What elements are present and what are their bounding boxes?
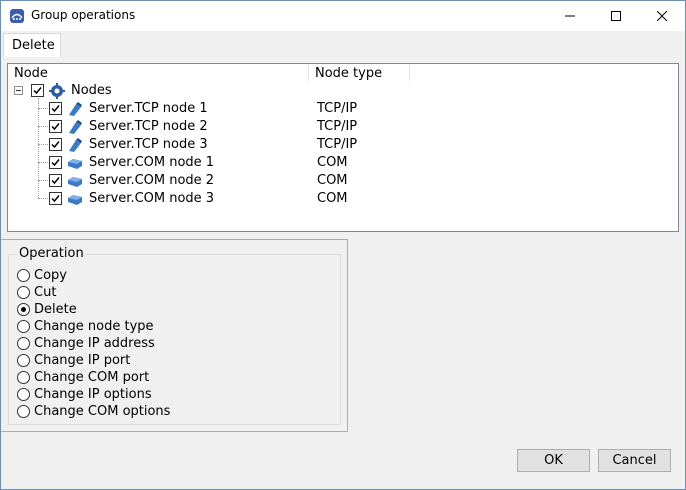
radio-label: Change IP address [34,336,155,351]
node-type: COM [317,191,348,206]
tcp-node-icon [69,102,82,116]
radio-button[interactable] [17,388,30,401]
radio-button[interactable] [17,337,30,350]
checkmark-icon [51,177,60,185]
column-header-node[interactable]: Node [8,64,48,82]
tree-node-row[interactable]: Server.TCP node 2 TCP/IP [8,118,678,136]
radio-label: Delete [34,302,77,317]
checkmark-icon [51,141,60,149]
checkmark-icon [51,105,60,113]
com-node-icon [68,177,82,187]
radio-button[interactable] [17,286,30,299]
tab-delete[interactable]: Delete [3,33,61,57]
cancel-button[interactable]: Cancel [598,449,671,472]
close-button[interactable] [639,1,685,31]
radio-label: Change node type [34,319,154,334]
title-bar: Group operations [1,1,685,31]
node-type: TCP/IP [317,101,358,116]
node-label: Server.TCP node 2 [89,119,208,134]
maximize-icon [611,11,621,21]
tcp-node-icon [69,138,82,152]
radio-label: Change COM options [34,404,171,419]
node-checkbox[interactable] [49,102,62,115]
tree-root-row[interactable]: Nodes [8,82,678,100]
ok-button[interactable]: OK [517,449,590,472]
minimize-button[interactable] [547,1,593,31]
root-checkbox[interactable] [31,84,44,97]
com-node-icon [68,159,82,169]
radio-label: Copy [34,268,67,283]
column-header-node-type[interactable]: Node type [309,64,382,82]
tree-node-row[interactable]: Server.COM node 2 COM [8,172,678,190]
node-label: Server.COM node 1 [89,155,215,170]
checkmark-icon [51,159,60,167]
nodes-group-icon [49,83,65,99]
operation-panel: Operation Copy Cut Delete Change node ty… [1,239,348,432]
tab-strip: Delete [1,31,685,57]
node-checkbox[interactable] [49,192,62,205]
tree-node-row[interactable]: Server.COM node 3 COM [8,190,678,208]
radio-label: Change COM port [34,370,150,385]
node-type: COM [317,173,348,188]
collapse-icon[interactable] [14,86,23,95]
node-checkbox[interactable] [49,156,62,169]
node-type: TCP/IP [317,137,358,152]
node-label: Server.TCP node 1 [89,101,208,116]
radio-button-selected[interactable] [17,303,30,316]
radio-button[interactable] [17,405,30,418]
radio-label: Cut [34,285,57,300]
node-label: Server.TCP node 3 [89,137,208,152]
radio-button[interactable] [17,371,30,384]
checkmark-icon [33,87,42,95]
tcp-node-icon [69,120,82,134]
tree-node-row[interactable]: Server.COM node 1 COM [8,154,678,172]
radio-button[interactable] [17,320,30,333]
tree-node-row[interactable]: Server.TCP node 1 TCP/IP [8,100,678,118]
maximize-button[interactable] [593,1,639,31]
node-label: Server.COM node 2 [89,173,215,188]
checkmark-icon [51,123,60,131]
checkmark-icon [51,195,60,203]
tree-node-row[interactable]: Server.TCP node 3 TCP/IP [8,136,678,154]
close-icon [657,11,667,21]
node-type: TCP/IP [317,119,358,134]
node-type: COM [317,155,348,170]
node-checkbox[interactable] [49,138,62,151]
node-checkbox[interactable] [49,120,62,133]
minimize-icon [565,15,575,17]
radio-label: Change IP port [34,353,131,368]
node-label: Server.COM node 3 [89,191,215,206]
column-separator[interactable] [409,64,410,81]
node-checkbox[interactable] [49,174,62,187]
radio-button[interactable] [17,269,30,282]
operation-group-title: Operation [17,246,86,261]
com-node-icon [68,195,82,205]
node-tree[interactable]: Node Node type Nodes Server.TCP node 1 T… [7,63,679,232]
tree-root-label: Nodes [71,83,112,98]
app-icon [10,9,24,23]
group-operations-window: Group operations Delete Node Node type N… [0,0,686,490]
radio-button[interactable] [17,354,30,367]
radio-label: Change IP options [34,387,152,402]
window-title: Group operations [31,8,136,22]
